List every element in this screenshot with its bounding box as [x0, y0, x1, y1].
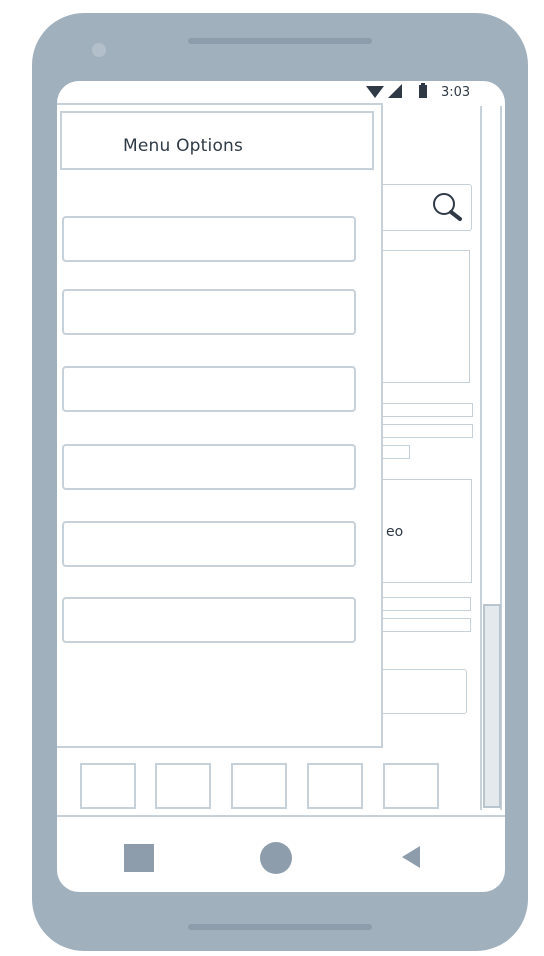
- menu-option-6[interactable]: [62, 597, 356, 643]
- status-time: 3:03: [441, 85, 471, 100]
- text-line: [370, 618, 471, 632]
- tab-item-5[interactable]: [383, 763, 439, 809]
- signal-icon: [388, 84, 402, 98]
- tab-item-2[interactable]: [155, 763, 211, 809]
- content-card-image: [370, 250, 470, 383]
- menu-option-1[interactable]: [62, 216, 356, 262]
- navigation-drawer: [57, 103, 383, 748]
- tab-item-3[interactable]: [231, 763, 287, 809]
- menu-option-2[interactable]: [62, 289, 356, 335]
- recent-apps-icon[interactable]: [124, 844, 154, 872]
- status-icons: [366, 83, 427, 98]
- menu-option-4[interactable]: [62, 444, 356, 490]
- text-line: [370, 424, 473, 438]
- menu-option-3[interactable]: [62, 366, 356, 412]
- drawer-title: Menu Options: [123, 136, 244, 156]
- text-line: [370, 403, 473, 417]
- content-button[interactable]: [370, 669, 467, 714]
- tab-item-4[interactable]: [307, 763, 363, 809]
- tab-item-1[interactable]: [80, 763, 136, 809]
- scrollbar-thumb[interactable]: [483, 604, 501, 808]
- speaker-grill: [188, 38, 372, 44]
- wifi-icon: [366, 86, 384, 98]
- search-icon[interactable]: [430, 191, 470, 225]
- menu-option-5[interactable]: [62, 521, 356, 567]
- text-line: [370, 597, 471, 611]
- camera-dot: [92, 43, 106, 57]
- home-icon[interactable]: [260, 842, 292, 874]
- bottom-bezel-bar: [188, 924, 372, 930]
- video-label: eo: [386, 524, 404, 540]
- battery-icon: [419, 83, 427, 98]
- back-icon[interactable]: [402, 846, 420, 868]
